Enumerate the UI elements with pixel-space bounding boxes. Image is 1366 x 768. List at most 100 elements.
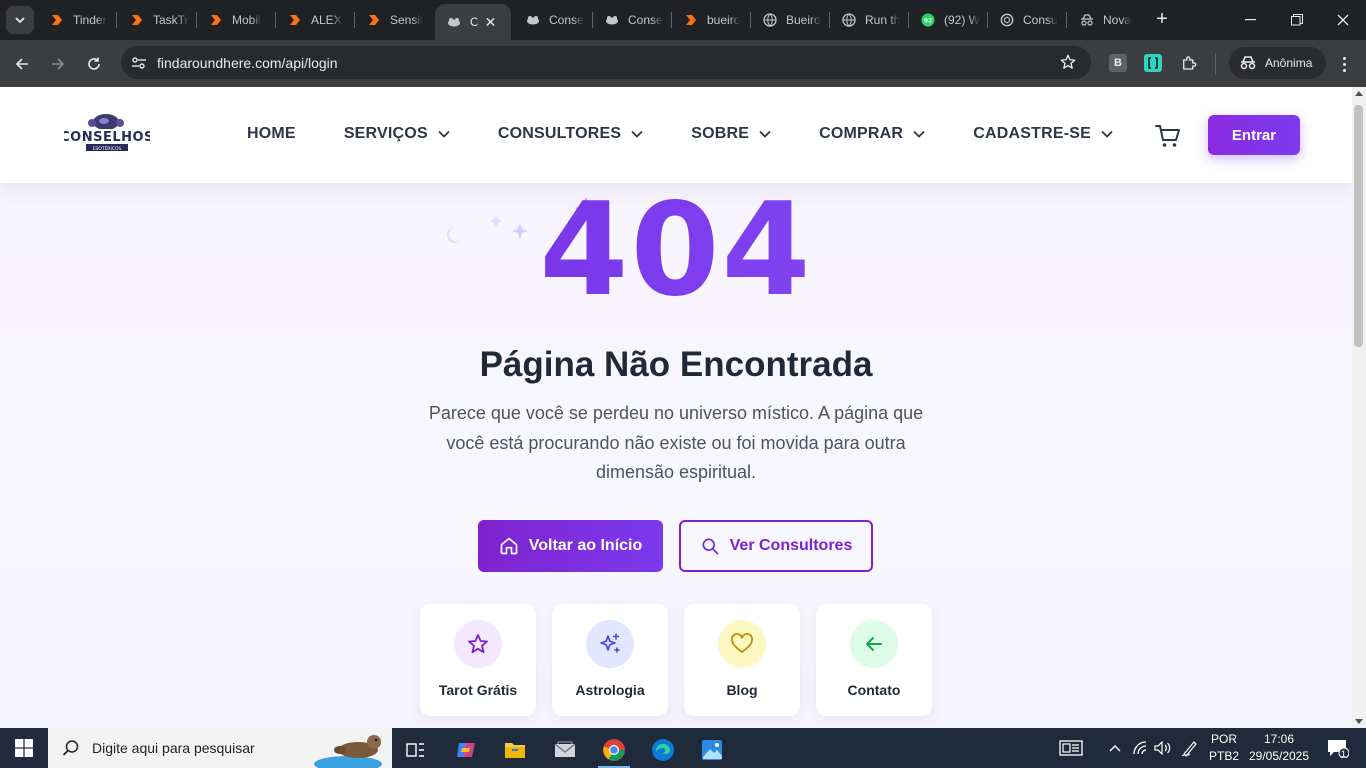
browser-tab[interactable]: Tinder	[38, 4, 116, 36]
new-tab-button[interactable]: +	[1150, 8, 1174, 32]
quick-link-card-contato[interactable]: Contato	[816, 604, 932, 716]
main-nav: HOME SERVIÇOS CONSULTORES SOBRE COMPRAR CADAS…	[247, 125, 1113, 143]
orange-arrow-favicon	[367, 13, 381, 27]
bookmark-star-icon[interactable]	[1059, 53, 1077, 76]
close-window-button[interactable]	[1320, 0, 1366, 40]
file-explorer-icon[interactable]	[493, 732, 537, 768]
edge-icon[interactable]	[641, 732, 685, 768]
photos-icon[interactable]	[690, 732, 734, 768]
browser-tab-active[interactable]: C ✕	[435, 4, 511, 40]
heart-icon	[718, 620, 766, 668]
browser-tab[interactable]: 92 (92) W	[909, 4, 987, 36]
browser-tab[interactable]: Mobil	[197, 4, 275, 36]
quick-link-label: Contato	[847, 682, 901, 698]
browser-tab[interactable]: TaskTr	[118, 4, 196, 36]
site-logo[interactable]: CONSELHOS ESOTÉRICOS	[60, 113, 153, 157]
volume-icon[interactable]	[1152, 728, 1174, 768]
quick-link-card-tarot-gratis[interactable]: Tarot Grátis	[420, 604, 536, 716]
back-home-button[interactable]: Voltar ao Início	[478, 520, 663, 572]
scroll-down-arrow[interactable]	[1355, 719, 1363, 724]
orange-arrow-favicon	[130, 13, 144, 27]
network-icon[interactable]	[1130, 728, 1152, 768]
browser-tab[interactable]: Conse	[514, 4, 592, 36]
nav-item-label: CADASTRE-SE	[973, 125, 1091, 142]
incognito-profile-button[interactable]: Anônima	[1229, 47, 1327, 79]
chevron-down-icon	[913, 130, 925, 138]
profile-label: Anônima	[1265, 56, 1313, 70]
browser-tab[interactable]: Nova	[1068, 4, 1146, 36]
tab-title: TaskTr	[153, 13, 189, 27]
nav-item-consultores[interactable]: CONSULTORES	[498, 125, 643, 143]
browser-toolbar: findaroundhere.com/api/login B Anônima	[0, 40, 1366, 87]
back-home-label: Voltar ao Início	[528, 537, 643, 554]
view-consultants-button[interactable]: Ver Consultores	[679, 520, 873, 572]
quick-link-card-blog[interactable]: Blog	[684, 604, 800, 716]
address-bar[interactable]: findaroundhere.com/api/login	[121, 46, 1091, 79]
tab-search-button[interactable]	[6, 6, 34, 34]
browser-tab-strip: Tinder TaskTr Mobil ALEX Sensit C ✕ Conse Conse b…	[0, 0, 1366, 40]
language-indicator[interactable]: POR PTB2	[1206, 731, 1242, 765]
cart-button[interactable]	[1155, 124, 1181, 153]
error-code: 404	[0, 187, 1352, 315]
chevron-down-icon	[15, 17, 25, 24]
tab-title: (92) W	[944, 13, 980, 27]
task-view-icon[interactable]	[394, 732, 438, 768]
home-icon	[500, 537, 518, 555]
browser-tab[interactable]: Run th	[830, 4, 908, 36]
browser-tab[interactable]: Consu	[988, 4, 1066, 36]
bracket-extension-icon[interactable]	[1144, 54, 1162, 72]
clock[interactable]: 17:06 29/05/2025	[1244, 731, 1314, 765]
nav-item-label: SERVIÇOS	[343, 125, 428, 142]
nav-item-home[interactable]: HOME	[247, 125, 296, 143]
puzzle-icon[interactable]	[1180, 54, 1198, 72]
reload-button[interactable]	[79, 49, 109, 79]
consult-favicon	[605, 13, 619, 27]
news-widget-icon[interactable]	[1054, 728, 1088, 768]
minimize-button[interactable]	[1228, 0, 1274, 40]
browser-tab[interactable]: Bueiro	[751, 4, 829, 36]
whatsapp-favicon: 92	[921, 13, 935, 27]
scroll-thumb[interactable]	[1354, 105, 1363, 347]
notification-center-button[interactable]: 1	[1318, 728, 1358, 768]
start-button[interactable]	[0, 728, 48, 768]
mail-icon[interactable]	[543, 732, 587, 768]
otter-search-highlight-icon	[314, 735, 382, 768]
nav-item-sobre[interactable]: SOBRE	[691, 125, 771, 143]
browser-tab[interactable]: Sensit	[355, 4, 433, 36]
url-text[interactable]: findaroundhere.com/api/login	[157, 55, 338, 71]
tab-title: Bueiro	[786, 13, 821, 27]
crystal-ball-logo-icon: CONSELHOS ESOTÉRICOS	[60, 114, 153, 152]
close-tab-icon[interactable]: ✕	[485, 14, 497, 31]
nav-item-comprar[interactable]: COMPRAR	[819, 125, 925, 143]
login-button[interactable]: Entrar	[1208, 115, 1300, 155]
copilot-icon[interactable]	[444, 732, 488, 768]
page-title: Página Não Encontrada	[479, 345, 873, 384]
site-info-icon[interactable]	[128, 52, 150, 74]
tab-title: Consu	[1023, 13, 1058, 27]
page-scrollbar[interactable]	[1352, 87, 1366, 728]
reload-icon	[88, 57, 100, 70]
consult-favicon	[526, 13, 540, 27]
nav-item-servicos[interactable]: SERVIÇOS	[344, 125, 450, 143]
incognito-icon	[1240, 56, 1256, 70]
taskbar-search-box[interactable]: Digite aqui para pesquisar	[48, 728, 392, 768]
chevron-down-icon	[759, 130, 771, 138]
tab-title: Run th	[865, 13, 901, 27]
browser-tab[interactable]: Conse	[593, 4, 671, 36]
nav-item-cadastre-se[interactable]: CADASTRE-SE	[973, 125, 1113, 143]
quick-link-label: Blog	[726, 682, 758, 698]
browser-tab[interactable]: ALEX	[276, 4, 354, 36]
b-extension-icon[interactable]: B	[1109, 54, 1127, 72]
chrome-taskbar-icon[interactable]	[592, 732, 636, 768]
pen-icon[interactable]	[1178, 728, 1202, 768]
browser-tab[interactable]: bueiro	[672, 4, 750, 36]
scroll-up-arrow[interactable]	[1355, 91, 1363, 96]
language-code: POR	[1210, 732, 1237, 746]
forward-button[interactable]	[43, 49, 73, 79]
back-button[interactable]	[7, 49, 37, 79]
restore-button[interactable]	[1274, 0, 1320, 40]
tray-chevron-up-icon[interactable]	[1104, 728, 1126, 768]
tab-title: Sensit	[390, 13, 424, 27]
browser-menu-button[interactable]	[1334, 52, 1354, 76]
quick-link-card-astrologia[interactable]: Astrologia	[552, 604, 668, 716]
